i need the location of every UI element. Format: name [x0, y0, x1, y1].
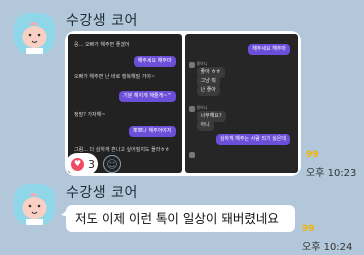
- peach-character-icon: [14, 13, 55, 54]
- mini-avatar-icon: [188, 106, 195, 112]
- chat-line: 정말? 가자해~: [74, 112, 106, 118]
- message-time: 오후 10:24: [302, 242, 353, 253]
- chat-line: 기분 해지게 해줄게~^: [119, 91, 176, 102]
- heart-icon: ♥: [71, 157, 84, 171]
- message-bubble[interactable]: 저도 이제 이런 톡이 일상이 돼버렸네요: [66, 205, 295, 232]
- shared-chat-screenshot[interactable]: 응... 오빠가 해주면 좋겠어 해주세요 해주마 오빠가 해주면 난 바로 행…: [65, 31, 301, 176]
- chat-line: 아니: [196, 120, 214, 131]
- sender-name: 수강생 코어: [66, 185, 138, 201]
- chat-line: 난 좋아: [196, 85, 220, 96]
- message-time: 오후 10:23: [306, 168, 357, 179]
- mini-avatar-icon: [188, 62, 195, 68]
- add-reaction-icon[interactable]: ☺: [103, 155, 121, 173]
- read-count: 99: [306, 150, 319, 160]
- mini-avatar-icon: [188, 152, 195, 158]
- chat-line: 해주세요 해주마: [248, 44, 290, 55]
- reaction-count: 3: [88, 157, 95, 171]
- chat-line: 오빠가 해주면 난 바로 행복해질 거야~: [74, 74, 156, 80]
- sender-avatar[interactable]: [14, 184, 55, 225]
- peach-character-icon: [14, 184, 55, 225]
- reaction-pill[interactable]: ♥ 3: [66, 153, 98, 175]
- screenshot-right-panel: 해주세요 해주마 콩아니 좋아 ㅎㅎ 그냥 뭐 난 좋아 콩아니 너무해요? 아…: [184, 34, 298, 173]
- sender-avatar[interactable]: [14, 13, 55, 54]
- sender-name: 수강생 코어: [66, 13, 138, 29]
- chat-line: 해주세요 해주마: [133, 56, 176, 67]
- chat-line: 심하게 해주는 사람 되기 싫은데: [215, 134, 290, 145]
- read-count: 99: [302, 224, 315, 234]
- chat-line: 뽀뽀나 해주어야지: [129, 126, 176, 137]
- chat-line: 응... 오빠가 해주면 좋겠어: [74, 42, 130, 48]
